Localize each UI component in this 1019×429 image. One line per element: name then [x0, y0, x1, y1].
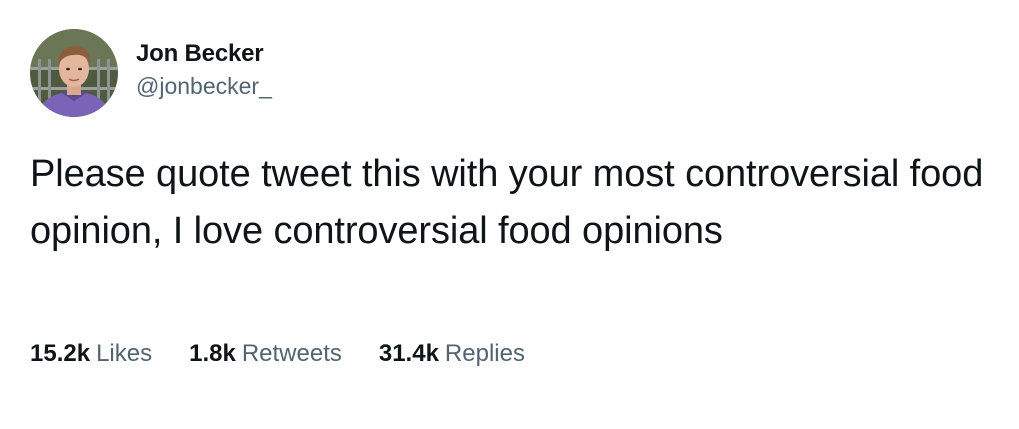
likes-stat[interactable]: 15.2k Likes: [30, 336, 152, 372]
likes-label: Likes: [96, 340, 153, 367]
avatar[interactable]: [30, 29, 118, 117]
author-handle[interactable]: @jonbecker_: [136, 71, 272, 101]
retweets-label: Retweets: [241, 340, 342, 367]
tweet-stats: 15.2k Likes 1.8k Retweets 31.4k Replies: [30, 336, 525, 372]
tweet-text: Please quote tweet this with your most c…: [30, 153, 984, 252]
replies-label: Replies: [444, 340, 525, 367]
replies-count: 31.4k: [378, 340, 439, 367]
author-display-name[interactable]: Jon Becker: [136, 38, 272, 70]
likes-count: 15.2k: [30, 340, 91, 367]
author-info: Jon Becker @jonbecker_: [136, 38, 272, 101]
profile-photo-icon: [30, 29, 118, 117]
replies-stat[interactable]: 31.4k Replies: [379, 336, 525, 372]
retweets-stat[interactable]: 1.8k Retweets: [189, 336, 342, 372]
retweets-count: 1.8k: [189, 340, 236, 367]
tweet-card: Jon Becker @jonbecker_ Please quote twee…: [0, 0, 1019, 429]
